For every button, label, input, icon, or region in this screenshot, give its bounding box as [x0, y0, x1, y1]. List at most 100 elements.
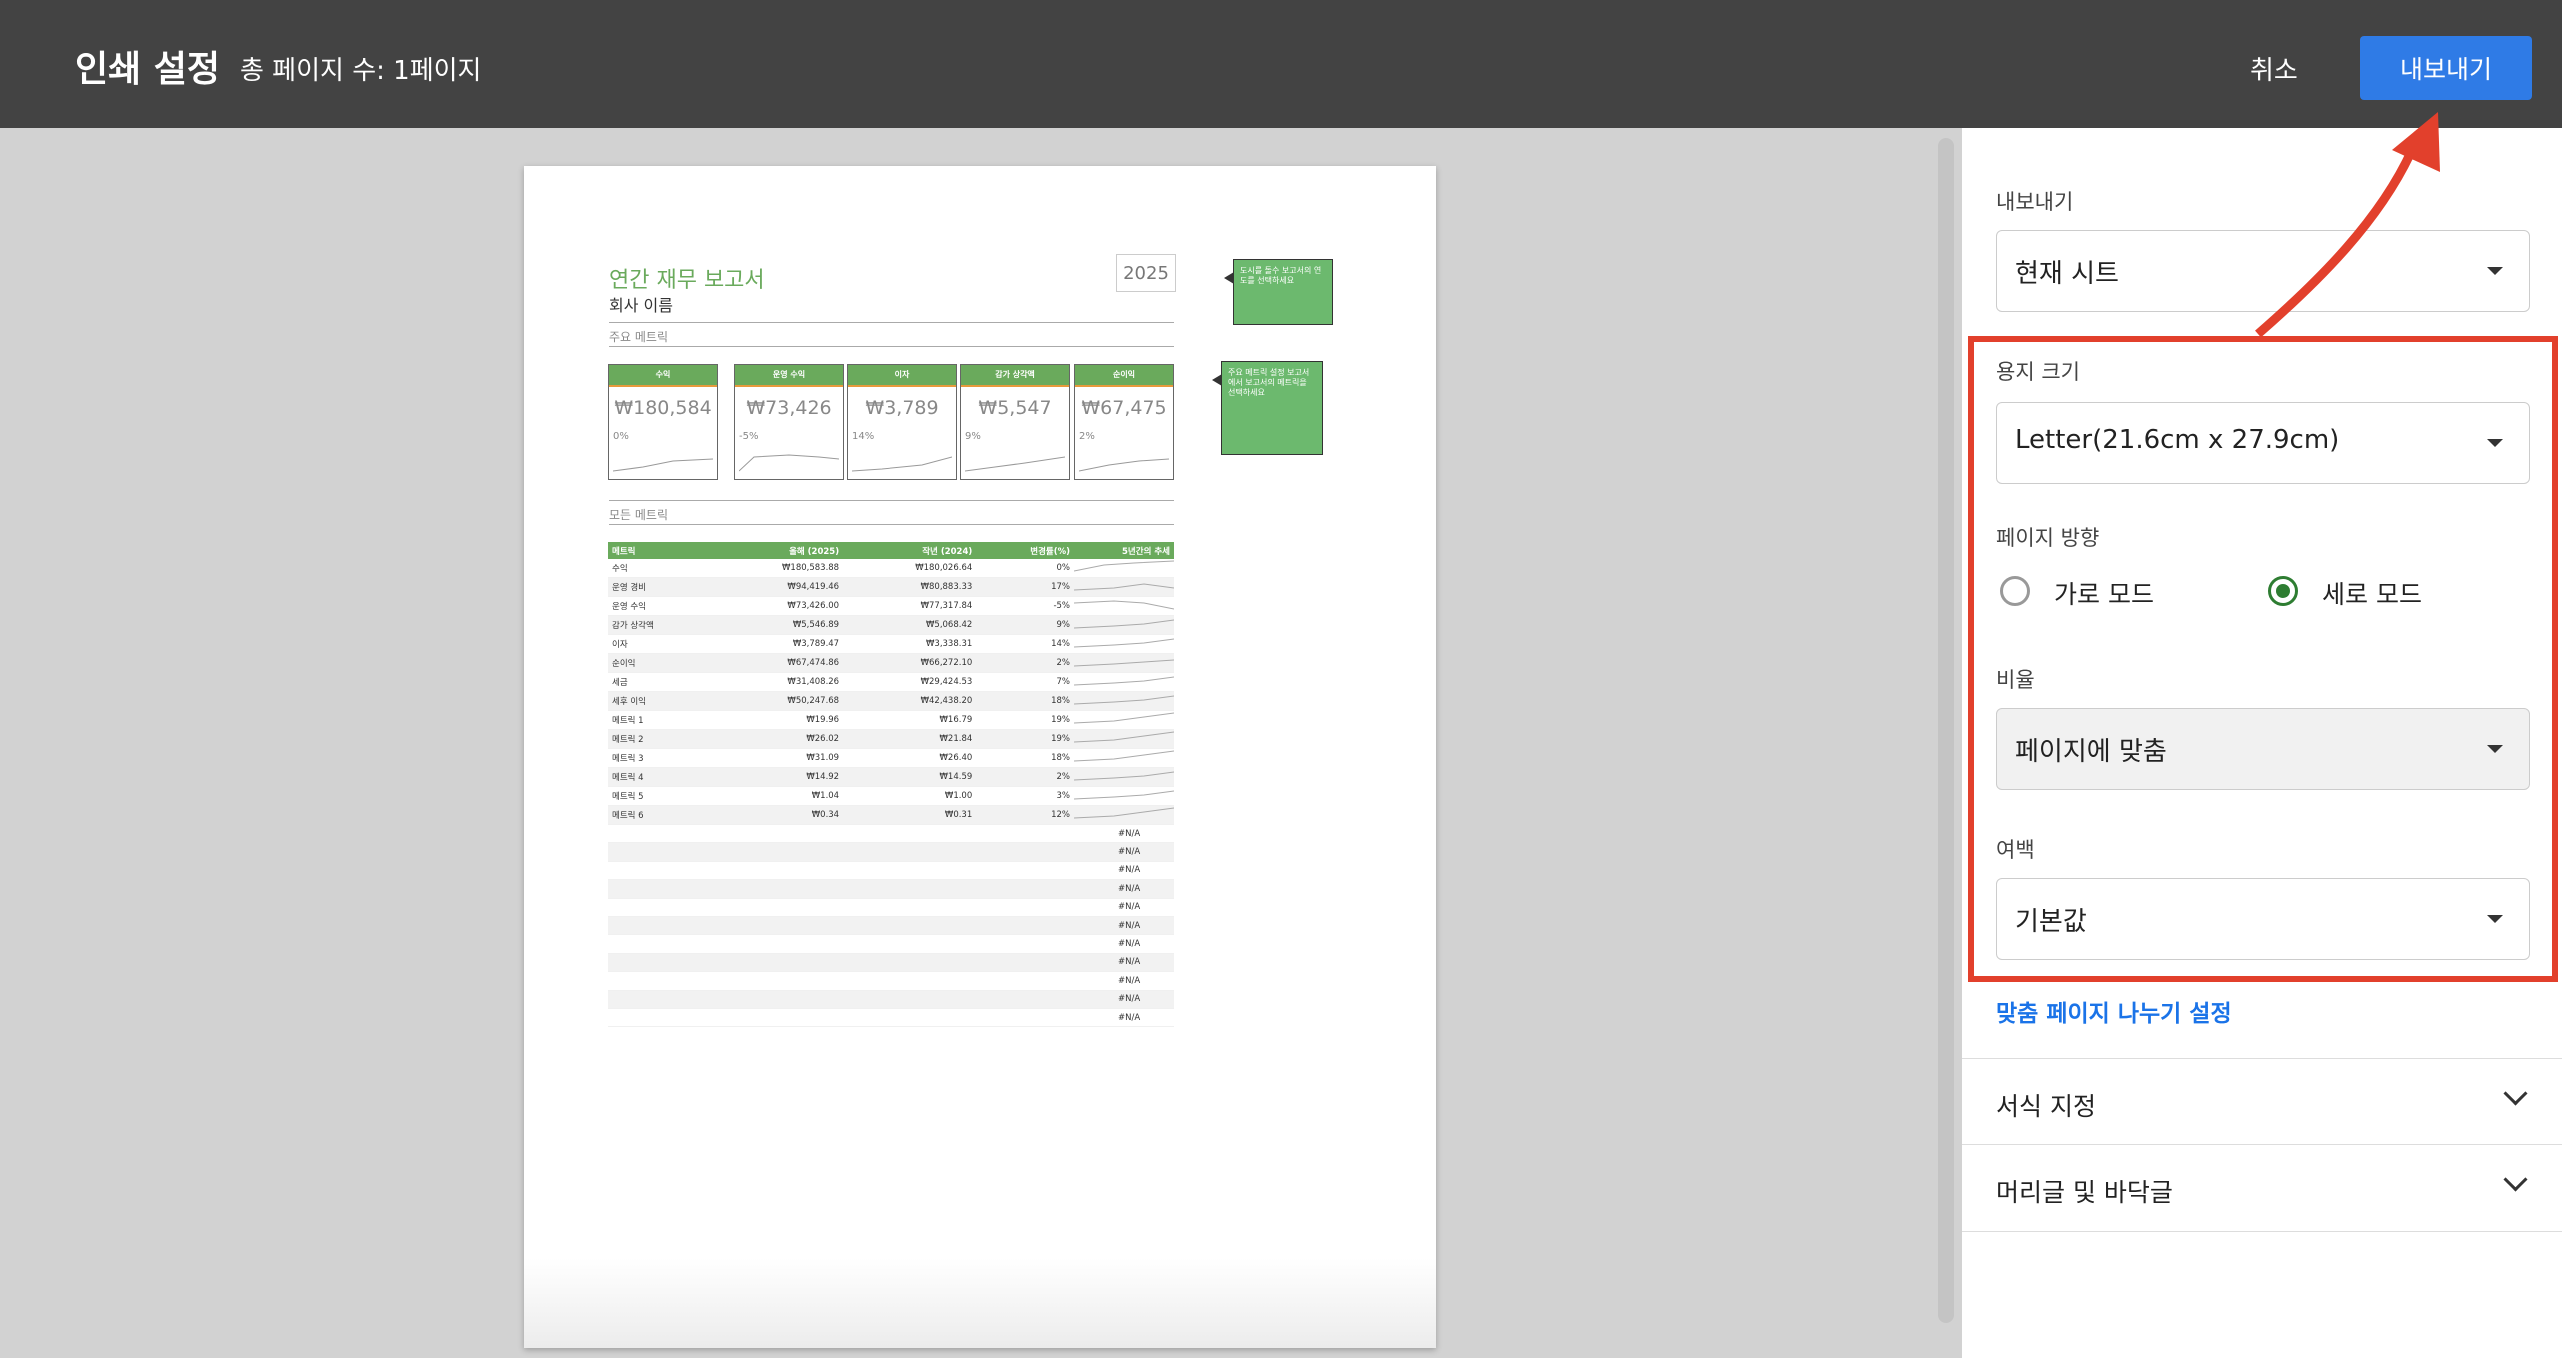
landscape-radio[interactable] — [2000, 576, 2030, 606]
formatting-accordion[interactable]: 서식 지정 — [1962, 1058, 2562, 1145]
table-cell: ₩1.00 — [843, 786, 977, 806]
na-cell: #N/A — [1074, 971, 1174, 991]
dropdown-caret-icon — [2487, 439, 2503, 447]
metrics-table: 메트릭 올해 (2025) 작년 (2024) 변경률(%) 5년간의 추세 수… — [608, 542, 1175, 1028]
sparkline-cell — [1073, 559, 1175, 578]
portrait-label[interactable]: 세로 모드 — [2322, 575, 2422, 611]
table-cell — [608, 916, 710, 936]
table-cell: 세금 — [608, 672, 710, 692]
scale-value: 페이지에 맞춤 — [2015, 737, 2167, 767]
sparkline — [739, 454, 839, 472]
table-cell: 7% — [976, 672, 1074, 692]
sparkline — [1079, 458, 1169, 472]
table-row: 메트릭 2 ₩26.02 ₩21.84 19% — [608, 729, 1175, 749]
metric-card-label: 운영 수익 — [735, 365, 843, 387]
table-cell: 18% — [976, 748, 1074, 768]
metric-card-label: 순이익 — [1075, 365, 1173, 387]
margin-value: 기본값 — [2015, 907, 2087, 937]
table-row: 메트릭 5 ₩1.04 ₩1.00 3% — [608, 786, 1175, 806]
table-cell: 9% — [976, 615, 1074, 635]
table-cell — [843, 861, 977, 881]
metric-card: 순이익 ₩67,475 2% — [1074, 364, 1174, 480]
export-scope-value: 현재 시트 — [2015, 259, 2119, 289]
table-cell — [843, 898, 977, 917]
company-name: 회사 이름 — [609, 296, 673, 315]
na-cell: #N/A — [1074, 934, 1174, 954]
table-cell — [608, 898, 710, 917]
table-row: #N/A — [608, 879, 1174, 899]
dropdown-caret-icon — [2487, 745, 2503, 753]
page-fade — [524, 1258, 1436, 1348]
table-row: 수익 ₩180,583.88 ₩180,026.64 0% — [608, 559, 1175, 578]
table-row: #N/A — [608, 842, 1174, 862]
table-row: #N/A — [608, 898, 1174, 917]
table-header: 작년 (2024) — [843, 542, 977, 559]
portrait-radio[interactable] — [2268, 576, 2298, 606]
table-row: #N/A — [608, 916, 1174, 936]
sparkline-cell — [1073, 672, 1175, 692]
table-cell: 수익 — [608, 559, 710, 578]
metric-card-value: ₩5,547 — [978, 397, 1052, 419]
landscape-label[interactable]: 가로 모드 — [2054, 575, 2154, 611]
table-cell — [843, 1008, 977, 1028]
table-cell — [843, 879, 977, 899]
table-cell: 19% — [976, 729, 1074, 749]
table-cell — [976, 971, 1074, 991]
note-metrics: 주요 메트릭 설정 보고서에서 보고서의 메트릭을 선택하세요 — [1212, 361, 1323, 455]
table-cell: ₩0.31 — [843, 805, 977, 825]
report-year: 2025 — [1116, 254, 1176, 292]
table-cell: ₩14.92 — [709, 767, 844, 787]
na-cell: #N/A — [1074, 824, 1174, 844]
metric-card-label: 수익 — [609, 365, 717, 387]
paper-size-select[interactable]: Letter(21.6cm x 27.9cm) — [1996, 402, 2530, 484]
sparkline — [852, 456, 952, 472]
table-row: #N/A — [608, 971, 1174, 991]
table-cell: ₩19.96 — [709, 710, 844, 730]
table-header: 5년간의 추세 — [1074, 542, 1174, 559]
export-button[interactable]: 내보내기 — [2360, 36, 2532, 100]
table-cell: ₩21.84 — [843, 729, 977, 749]
cancel-button[interactable]: 취소 — [2250, 50, 2298, 87]
table-cell — [608, 861, 710, 881]
sparkline-cell — [1073, 767, 1175, 787]
sparkline — [1073, 731, 1175, 743]
table-cell: ₩42,438.20 — [843, 691, 977, 711]
preview-scrollbar[interactable] — [1938, 138, 1954, 1323]
table-cell: ₩50,247.68 — [709, 691, 844, 711]
table-cell: 세후 이익 — [608, 691, 710, 711]
table-row: 감가 상각액 ₩5,546.89 ₩5,068.42 9% — [608, 615, 1175, 635]
metric-card-value: ₩67,475 — [1081, 397, 1167, 419]
custom-page-breaks-link[interactable]: 맞춤 페이지 나누기 설정 — [1996, 994, 2232, 1028]
metric-card-change: 9% — [965, 431, 981, 442]
metric-card-change: -5% — [739, 431, 759, 442]
sparkline-cell — [1073, 786, 1175, 806]
report-title: 연간 재무 보고서 — [609, 268, 765, 293]
divider — [609, 500, 1174, 501]
scale-select[interactable]: 페이지에 맞춤 — [1996, 708, 2530, 790]
sparkline — [1073, 560, 1175, 572]
export-scope-select[interactable]: 현재 시트 — [1996, 230, 2530, 312]
sparkline-cell — [1073, 634, 1175, 654]
table-row: 운영 경비 ₩94,419.46 ₩80,883.33 17% — [608, 577, 1175, 597]
top-bar: 인쇄 설정 총 페이지 수: 1페이지 취소 내보내기 — [0, 0, 2562, 128]
table-header: 올해 (2025) — [709, 542, 844, 559]
margin-select[interactable]: 기본값 — [1996, 878, 2530, 960]
table-cell — [709, 916, 844, 936]
sparkline-cell — [1073, 805, 1175, 825]
na-cell: #N/A — [1074, 916, 1174, 936]
table-row: 이자 ₩3,789.47 ₩3,338.31 14% — [608, 634, 1175, 654]
metric-card: 감가 상각액 ₩5,547 9% — [960, 364, 1070, 480]
table-row: 메트릭 1 ₩19.96 ₩16.79 19% — [608, 710, 1175, 730]
table-cell — [976, 842, 1074, 862]
sparkline — [1073, 676, 1175, 686]
sparkline — [1073, 750, 1175, 762]
table-cell: ₩14.59 — [843, 767, 977, 787]
sparkline — [613, 458, 713, 472]
table-cell: 0% — [976, 559, 1074, 578]
header-footer-accordion[interactable]: 머리글 및 바닥글 — [1962, 1144, 2562, 1232]
table-header-row: 메트릭 올해 (2025) 작년 (2024) 변경률(%) 5년간의 추세 — [608, 542, 1174, 559]
na-cell: #N/A — [1074, 842, 1174, 862]
table-cell: 메트릭 6 — [608, 805, 710, 825]
table-cell: ₩66,272.10 — [843, 653, 977, 673]
metric-card-change: 0% — [613, 431, 629, 442]
